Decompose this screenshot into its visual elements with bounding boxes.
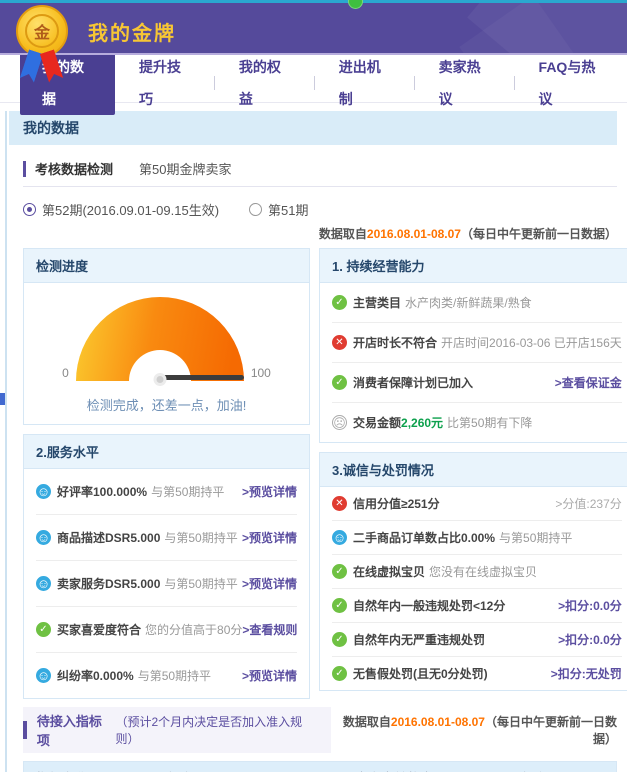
- check-icon: ✓: [332, 375, 347, 390]
- deduction-link[interactable]: >扣分:0.0分: [558, 631, 622, 648]
- gauge-needle: [160, 375, 244, 380]
- smile-icon: ☺: [36, 530, 51, 545]
- progress-gauge: 0 100: [24, 297, 309, 381]
- preview-detail-link[interactable]: >预览详情: [242, 667, 297, 684]
- gauge-min-label: 0: [62, 366, 69, 381]
- metric-row: ☺ 二手商品订单数占比0.00% 与第50期持平: [332, 520, 622, 554]
- section-title: 我的数据: [9, 111, 617, 145]
- metric-row: ✓ 主营类目 水产肉类/新鲜蔬果/熟食: [332, 283, 622, 322]
- card-integrity-penalty: 3.诚信与处罚情况 ✕ 信用分值≥251分 >分值:237分 ☺ 二手商品订单数…: [319, 452, 627, 691]
- metric-row: ✓ 自然年内一般违规处罚<12分 >扣分:0.0分: [332, 588, 622, 622]
- check-icon: ✓: [332, 632, 347, 647]
- data-source-note: 数据取自2016.08.01-08.07（每日中午更新前一日数据）: [331, 713, 617, 747]
- medal-ribbon-blue: [20, 49, 44, 82]
- metric-row: ☺ 纠纷率0.000% 与第50期持平 >预览详情: [36, 652, 297, 698]
- check-icon: ✓: [36, 622, 51, 637]
- tab-entry-exit-rules[interactable]: 进出机制: [315, 51, 414, 115]
- gold-medal-icon: 金: [16, 5, 70, 85]
- page-banner: 我的金牌: [0, 3, 627, 55]
- metric-row: ✓ 无售假处罚(且无0分处罚) >扣分:无处罚: [332, 656, 622, 690]
- metric-row: ✓ 在线虚拟宝贝 您没有在线虚拟宝贝: [332, 554, 622, 588]
- gauge-max-label: 100: [251, 366, 271, 381]
- preview-detail-link[interactable]: >预览详情: [242, 529, 297, 546]
- pending-subtitle: （预计2个月内决定是否加入准入规则）: [115, 713, 317, 747]
- cross-icon: ✕: [332, 335, 347, 350]
- radio-selected-icon: [23, 203, 36, 216]
- card-business-capability: 1. 持续经营能力 ✓ 主营类目 水产肉类/新鲜蔬果/熟食 ✕ 开店时长不符合 …: [319, 248, 627, 443]
- card-title: 2.服务水平: [24, 435, 309, 469]
- check-icon: ✓: [332, 564, 347, 579]
- metric-row: ✕ 信用分值≥251分 >分值:237分: [332, 487, 622, 520]
- data-source-note: 数据取自2016.08.01-08.07（每日中午更新前一日数据）: [23, 225, 617, 242]
- radio-period-52[interactable]: 第52期(2016.09.01-09.15生效): [23, 200, 219, 219]
- metric-row: ☺ 好评率100.000% 与第50期持平 >预览详情: [36, 469, 297, 514]
- card-title: 1. 持续经营能力: [320, 249, 627, 283]
- metric-row: ✓ 自然年内无严重违规处罚 >扣分:0.0分: [332, 622, 622, 656]
- tab-faq[interactable]: FAQ与热议: [515, 51, 627, 115]
- card-title: 检测进度: [24, 249, 309, 283]
- check-icon: ✓: [332, 666, 347, 681]
- smile-icon: ☺: [36, 576, 51, 591]
- smile-icon: ☺: [332, 530, 347, 545]
- tab-seller-discussion[interactable]: 卖家热议: [415, 51, 514, 115]
- medal-ribbon-red: [40, 49, 64, 82]
- deduction-link[interactable]: >扣分:0.0分: [558, 597, 622, 614]
- view-rules-link[interactable]: >查看规则: [242, 621, 297, 638]
- sad-icon: ☹: [332, 415, 347, 430]
- smile-icon: ☺: [36, 668, 51, 683]
- page-title: 我的金牌: [88, 17, 176, 46]
- metric-row: ✕ 开店时长不符合 开店时间2016-03-06 已开店156天: [332, 322, 622, 362]
- pending-title-bar: [23, 721, 27, 739]
- view-deposit-link[interactable]: >查看保证金: [555, 374, 622, 391]
- my-gold-medal-page: 我的金牌 金 我的数据 提升技巧 我的权益 进出机制 卖家热议 FAQ与热议 我…: [0, 0, 627, 772]
- sub-tabs: 考核数据检测 第50期金牌卖家: [23, 159, 617, 187]
- metric-row: ☺ 商品描述DSR5.000 与第50期持平 >预览详情: [36, 514, 297, 560]
- subtab-assessment-data[interactable]: 考核数据检测: [23, 159, 113, 178]
- trade-amount: 2,260元: [401, 414, 443, 431]
- card-title: 3.诚信与处罚情况: [320, 453, 627, 487]
- metric-row: ✓ 消费者保障计划已加入 >查看保证金: [332, 362, 622, 402]
- pending-indicators-table: 指标名称 期望水平 卖家当前状态 备注 24 发货速度 平均发货时长≤24小时 …: [23, 761, 617, 772]
- cross-icon: ✕: [332, 496, 347, 511]
- main-tabs: 我的数据 提升技巧 我的权益 进出机制 卖家热议 FAQ与热议: [20, 67, 627, 99]
- metric-row: ☺ 卖家服务DSR5.000 与第50期持平 >预览详情: [36, 560, 297, 606]
- tab-my-benefits[interactable]: 我的权益: [215, 51, 314, 115]
- left-edge-marker: [0, 393, 5, 405]
- card-service-level: 2.服务水平 ☺ 好评率100.000% 与第50期持平 >预览详情 ☺: [23, 434, 310, 699]
- credit-score-note: >分值:237分: [555, 495, 621, 512]
- metric-row: ✓ 买家喜爱度符合 您的分值高于80分 >查看规则: [36, 606, 297, 652]
- check-icon: ✓: [332, 295, 347, 310]
- check-icon: ✓: [332, 598, 347, 613]
- radio-unselected-icon: [249, 203, 262, 216]
- pending-title: 待接入指标项: [37, 711, 112, 749]
- main-content: 我的数据 考核数据检测 第50期金牌卖家 第52期(2016.09.01-09.…: [5, 111, 617, 772]
- gauge-hub: [153, 373, 166, 386]
- smile-icon: ☺: [36, 484, 51, 499]
- preview-detail-link[interactable]: >预览详情: [242, 483, 297, 500]
- radio-period-51[interactable]: 第51期: [249, 200, 308, 219]
- pending-indicators-header: 待接入指标项 （预计2个月内决定是否加入准入规则） 数据取自2016.08.01…: [23, 707, 617, 753]
- gauge-arc: [76, 297, 244, 381]
- metric-row: ☹ 交易金额 2,260元 比第50期有下降: [332, 402, 622, 442]
- active-subtab-bar: [23, 161, 26, 177]
- table-header-row: 指标名称 期望水平 卖家当前状态 备注: [24, 762, 616, 772]
- card-detection-progress: 检测进度 0 100 检测完成，还差一点: [23, 248, 310, 425]
- gauge-caption: 检测完成，还差一点，加油!: [24, 395, 309, 414]
- period-radio-group: 第52期(2016.09.01-09.15生效) 第51期: [23, 200, 617, 219]
- preview-detail-link[interactable]: >预览详情: [242, 575, 297, 592]
- deduction-link[interactable]: >扣分:无处罚: [551, 665, 622, 682]
- tab-improve-skills[interactable]: 提升技巧: [115, 51, 214, 115]
- subtab-period50-sellers[interactable]: 第50期金牌卖家: [139, 159, 231, 178]
